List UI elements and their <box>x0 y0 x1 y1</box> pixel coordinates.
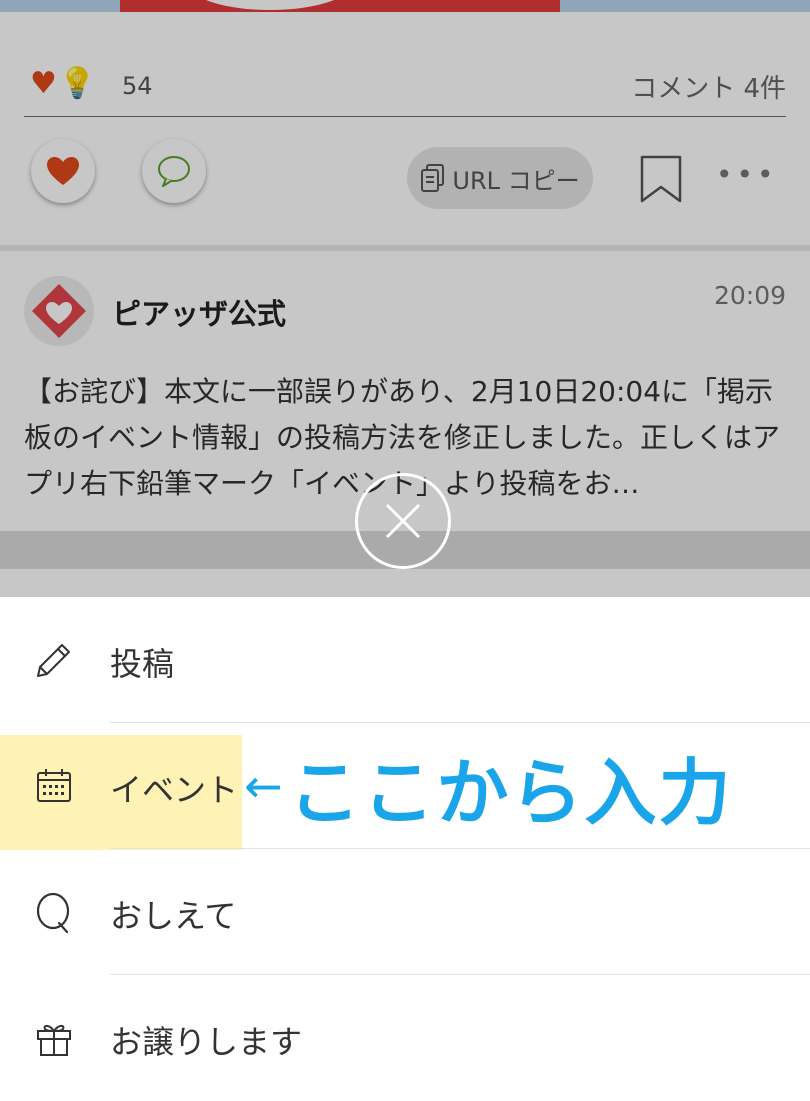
instruction-annotation: ← ここから入力 <box>244 741 733 835</box>
gift-icon <box>37 1024 71 1056</box>
menu-item-label: イベント <box>110 771 239 809</box>
question-icon <box>36 892 70 934</box>
close-menu-button[interactable] <box>355 473 451 569</box>
pencil-icon <box>37 644 70 677</box>
menu-item-giveaway[interactable]: お譲りします <box>0 975 810 1101</box>
menu-item-label: 投稿 <box>110 645 175 683</box>
menu-item-post[interactable]: 投稿 <box>0 597 810 723</box>
annotation-text: ここから入力 <box>288 750 733 835</box>
post-type-menu: 投稿 イベント おしえて お譲りします ← ここから入力 <box>0 597 810 1080</box>
close-icon <box>385 503 421 539</box>
menu-item-ask[interactable]: おしえて <box>0 849 810 975</box>
calendar-icon <box>37 769 71 802</box>
menu-item-label: お譲りします <box>110 1023 303 1061</box>
menu-item-label: おしえて <box>110 897 237 935</box>
left-arrow-icon: ← <box>244 759 283 813</box>
